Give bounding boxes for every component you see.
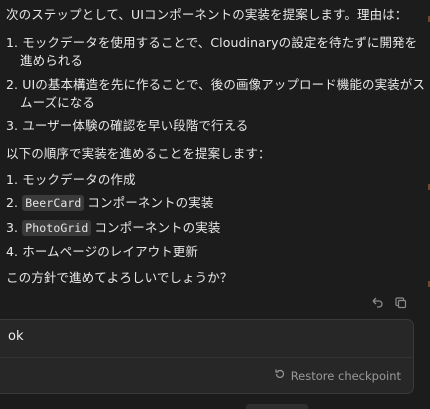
step-text: ホームページのレイアウト更新 — [22, 244, 198, 259]
list-number: 2. — [6, 77, 19, 92]
chat-panel: 次のステップとして、UIコンポーネントの実装を提案します。理由は： 1. モック… — [0, 0, 430, 409]
list-number: 4. — [6, 244, 19, 259]
order-intro: 以下の順序で実装を進めることを提案します： — [6, 146, 271, 161]
restore-icon — [274, 368, 286, 383]
inline-code: PhotoGrid — [22, 220, 92, 236]
reason-item: 1. モックデータを使用することで、Cloudinaryの設定を待たずに開発を — [6, 34, 417, 52]
step-text: コンポーネントの実装 — [94, 220, 221, 235]
divider — [0, 357, 413, 358]
inline-code: BeerCard — [22, 195, 85, 211]
list-number: 3. — [6, 220, 19, 235]
step-text: モックデータの作成 — [22, 172, 136, 187]
reason-text: ユーザー体験の確認を早い段階で行える — [22, 118, 249, 133]
reason-text-continued: 進められる — [20, 53, 84, 68]
step-text: コンポーネントの実装 — [87, 195, 214, 210]
reason-text: UIの基本構造を先に作ることで、後の画像アップロード機能の実装がス — [22, 77, 425, 92]
reason-item: 2. UIの基本構造を先に作ることで、後の画像アップロード機能の実装がス — [6, 76, 425, 94]
step-item: 3. PhotoGrid コンポーネントの実装 — [6, 219, 220, 237]
step-item: 1. モックデータの作成 — [6, 171, 136, 189]
reason-text-continued: ムーズになる — [20, 95, 95, 110]
step-item: 2. BeerCard コンポーネントの実装 — [6, 194, 213, 212]
bottom-element — [246, 404, 308, 409]
list-number: 2. — [6, 195, 19, 210]
restore-label: Restore checkpoint — [290, 368, 401, 383]
user-message[interactable]: ok Restore checkpoint — [0, 319, 414, 394]
step-item: 4. ホームページのレイアウト更新 — [6, 243, 198, 261]
assistant-question: この方針で進めてよろしいでしょうか？ — [6, 270, 233, 285]
message-actions — [370, 296, 408, 310]
list-number: 3. — [6, 118, 19, 133]
reason-text: モックデータを使用することで、Cloudinaryの設定を待たずに開発を — [22, 35, 418, 50]
assistant-intro: 次のステップとして、UIコンポーネントの実装を提案します。理由は： — [6, 7, 408, 22]
restore-checkpoint-button[interactable]: Restore checkpoint — [274, 368, 401, 383]
copy-icon[interactable] — [394, 296, 408, 310]
list-number: 1. — [6, 35, 19, 50]
retry-icon[interactable] — [370, 296, 384, 310]
user-message-text: ok — [8, 329, 24, 344]
list-number: 1. — [6, 172, 19, 187]
reason-item: 3. ユーザー体験の確認を早い段階で行える — [6, 117, 248, 135]
